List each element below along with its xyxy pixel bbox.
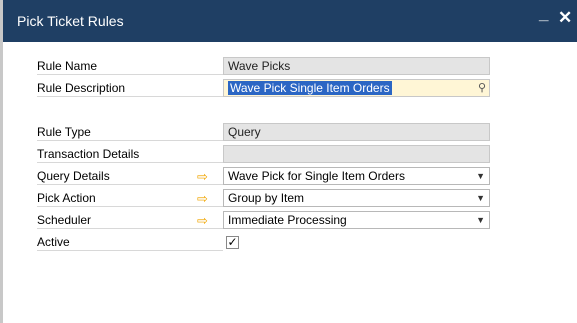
pick-action-label: Pick Action <box>37 189 223 207</box>
rule-description-field[interactable]: Wave Pick Single Item Orders ⚲ <box>223 79 490 97</box>
rule-name-field[interactable]: Wave Picks <box>223 57 490 75</box>
query-details-value: Wave Pick for Single Item Orders <box>228 169 405 183</box>
pick-action-dropdown[interactable]: Group by Item ▼ <box>223 189 490 207</box>
chevron-down-icon[interactable]: ▼ <box>476 168 485 184</box>
rule-description-selected-text: Wave Pick Single Item Orders <box>228 81 392 95</box>
scheduler-label: Scheduler <box>37 211 223 229</box>
choose-from-list-icon[interactable]: ⚲ <box>478 80 486 96</box>
rule-name-label: Rule Name <box>37 57 223 75</box>
link-arrow-icon[interactable]: ⇨ <box>197 170 215 183</box>
minimize-icon[interactable]: _ <box>539 4 548 24</box>
close-icon[interactable]: ✕ <box>558 8 572 28</box>
query-details-label: Query Details <box>37 167 223 185</box>
link-arrow-icon[interactable]: ⇨ <box>197 192 215 205</box>
pick-ticket-rules-window: Pick Ticket Rules _ ✕ Rule Name Wave Pic… <box>0 0 577 323</box>
chevron-down-icon[interactable]: ▼ <box>476 212 485 228</box>
title-bar[interactable]: Pick Ticket Rules _ ✕ <box>3 0 577 42</box>
pick-action-value: Group by Item <box>228 191 305 205</box>
active-checkbox[interactable]: ✓ <box>226 236 239 249</box>
window-title: Pick Ticket Rules <box>17 13 124 29</box>
transaction-details-label: Transaction Details <box>37 145 223 163</box>
link-arrow-icon[interactable]: ⇨ <box>197 214 215 227</box>
transaction-details-field[interactable] <box>223 145 490 163</box>
scheduler-value: Immediate Processing <box>228 213 347 227</box>
active-label: Active <box>37 233 223 251</box>
rule-type-field[interactable]: Query <box>223 123 490 141</box>
query-details-dropdown[interactable]: Wave Pick for Single Item Orders ▼ <box>223 167 490 185</box>
rule-description-label: Rule Description <box>37 79 223 97</box>
scheduler-dropdown[interactable]: Immediate Processing ▼ <box>223 211 490 229</box>
rule-type-label: Rule Type <box>37 123 223 141</box>
chevron-down-icon[interactable]: ▼ <box>476 190 485 206</box>
